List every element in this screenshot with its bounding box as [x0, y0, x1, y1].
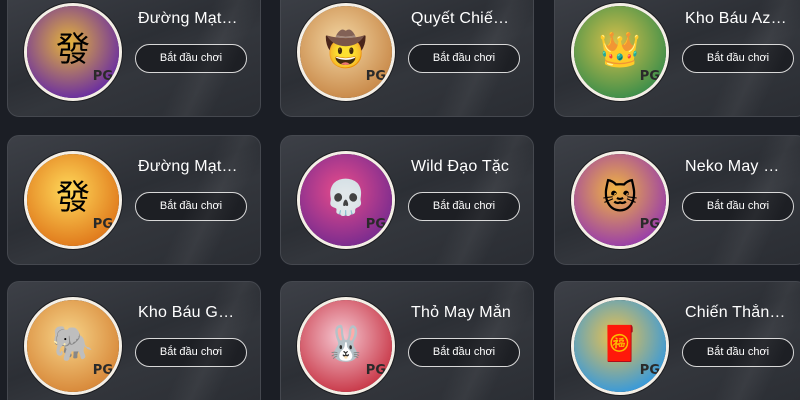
start-game-button[interactable]: Bắt đầu chơi: [408, 338, 520, 367]
game-thumbnail[interactable]: 🐘 PG: [24, 297, 122, 395]
provider-logo: PG: [639, 217, 660, 232]
start-game-button[interactable]: Bắt đầu chơi: [135, 192, 247, 221]
game-title: Wild Đạo Tặc: [411, 158, 510, 175]
mahjong-tile-icon: 發: [56, 178, 90, 219]
game-card[interactable]: 👑 PG Kho Báu Az… Bắt đầu chơi: [554, 0, 800, 117]
game-title: Kho Báu G…: [138, 304, 235, 321]
start-game-button[interactable]: Bắt đầu chơi: [682, 338, 794, 367]
provider-logo: PG: [92, 363, 113, 378]
start-game-button[interactable]: Bắt đầu chơi: [682, 192, 794, 221]
provider-logo: PG: [365, 69, 386, 84]
lucky-cat-icon: 🐱: [602, 178, 638, 219]
start-game-button[interactable]: Bắt đầu chơi: [408, 44, 520, 73]
skeleton-bandit-icon: 💀: [324, 178, 368, 219]
game-thumbnail[interactable]: 🧧 PG: [571, 297, 669, 395]
game-thumbnail[interactable]: 🐱 PG: [571, 151, 669, 249]
game-card[interactable]: 🐱 PG Neko May … Bắt đầu chơi: [554, 135, 800, 265]
game-title: Thỏ May Mắn: [411, 304, 512, 321]
game-thumbnail[interactable]: 🤠 PG: [297, 3, 395, 101]
start-game-button[interactable]: Bắt đầu chơi: [135, 44, 247, 73]
game-card[interactable]: 🐰 PG Thỏ May Mắn Bắt đầu chơi: [280, 281, 534, 400]
game-title: Quyết Chiế…: [411, 10, 510, 27]
game-card[interactable]: 🤠 PG Quyết Chiế… Bắt đầu chơi: [280, 0, 534, 117]
provider-logo: PG: [365, 217, 386, 232]
game-title: Đường Mạt…: [138, 10, 238, 27]
start-game-button[interactable]: Bắt đầu chơi: [682, 44, 794, 73]
provider-logo: PG: [639, 69, 660, 84]
game-title: Chiến Thắn…: [685, 304, 786, 321]
game-grid: 發 PG Đường Mạt… Bắt đầu chơi 🤠 PG Quyết Chiế… B…: [0, 0, 800, 400]
game-thumbnail[interactable]: 💀 PG: [297, 151, 395, 249]
lucky-rabbit-icon: 🐰: [324, 324, 368, 365]
game-thumbnail[interactable]: 發 PG: [24, 3, 122, 101]
game-card[interactable]: 🧧 PG Chiến Thắn… Bắt đầu chơi: [554, 281, 800, 400]
mahjong-tile-icon: 發: [56, 30, 90, 71]
game-title: Kho Báu Az…: [685, 10, 787, 27]
aztec-princess-icon: 👑: [598, 30, 642, 71]
game-title: Neko May …: [685, 158, 780, 175]
game-thumbnail[interactable]: 🐰 PG: [297, 297, 395, 395]
provider-logo: PG: [92, 69, 113, 84]
provider-logo: PG: [92, 217, 113, 232]
fortune-god-icon: 🧧: [598, 324, 642, 365]
game-title: Đường Mạt…: [138, 158, 238, 175]
start-game-button[interactable]: Bắt đầu chơi: [135, 338, 247, 367]
game-card[interactable]: 🐘 PG Kho Báu G… Bắt đầu chơi: [7, 281, 261, 400]
start-game-button[interactable]: Bắt đầu chơi: [408, 192, 520, 221]
ganesha-icon: 🐘: [51, 324, 95, 365]
game-thumbnail[interactable]: 👑 PG: [571, 3, 669, 101]
provider-logo: PG: [639, 363, 660, 378]
game-thumbnail[interactable]: 發 PG: [24, 151, 122, 249]
game-card[interactable]: 發 PG Đường Mạt… Bắt đầu chơi: [7, 135, 261, 265]
game-card[interactable]: 發 PG Đường Mạt… Bắt đầu chơi: [7, 0, 261, 117]
game-card[interactable]: 💀 PG Wild Đạo Tặc Bắt đầu chơi: [280, 135, 534, 265]
provider-logo: PG: [365, 363, 386, 378]
cowgirl-gunslinger-icon: 🤠: [324, 30, 368, 71]
